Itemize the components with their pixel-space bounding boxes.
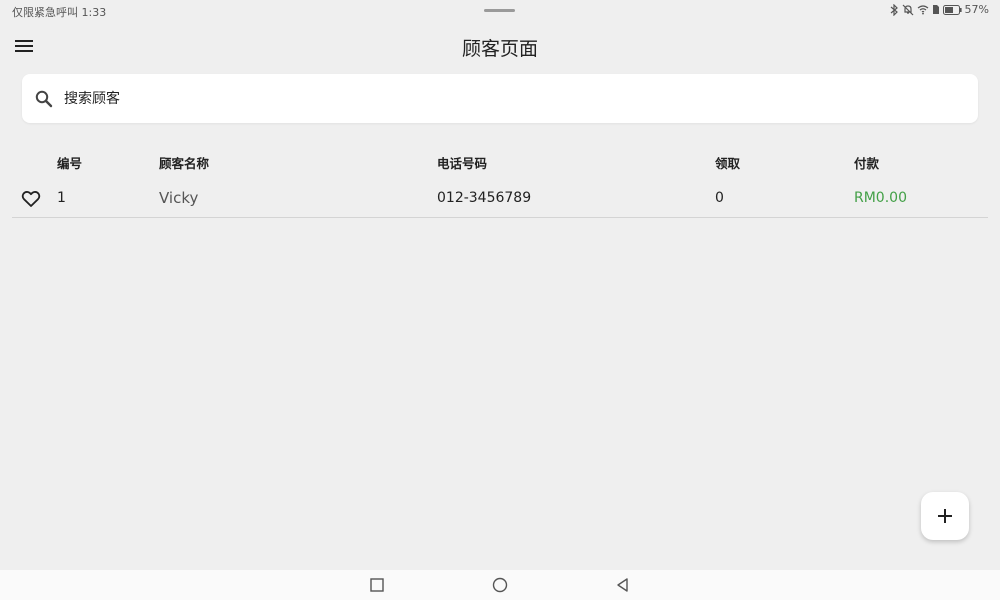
circle-home-icon[interactable]: [492, 577, 508, 593]
sim-icon: [932, 5, 939, 14]
column-header-phone[interactable]: 电话号码: [437, 153, 487, 172]
cell-collected: 0: [715, 190, 724, 206]
page-title: 顾客页面: [461, 38, 538, 60]
cell-payment: RM0.00: [854, 190, 907, 206]
battery-icon: [942, 4, 962, 15]
status-bar: 仅限紧急呼叫 1:33 57%: [0, 0, 1000, 22]
app-bar: 顾客页面: [0, 22, 1000, 70]
customer-table: 编号 顾客名称 电话号码 领取 付款 1 Vicky 012-3456789 0…: [12, 140, 988, 218]
column-header-payment[interactable]: 付款: [854, 153, 879, 172]
notification-handle[interactable]: [484, 9, 515, 12]
heart-outline-icon[interactable]: [21, 189, 41, 209]
triangle-back-icon[interactable]: [615, 577, 631, 593]
cell-id: 1: [57, 190, 66, 206]
table-row[interactable]: 1 Vicky 012-3456789 0 RM0.00: [12, 180, 988, 218]
cell-name: Vicky: [159, 189, 199, 207]
add-customer-button[interactable]: [921, 492, 969, 540]
wifi-icon: [917, 5, 928, 15]
search-bar[interactable]: [22, 74, 978, 123]
column-header-collected[interactable]: 领取: [715, 153, 740, 172]
mute-icon: [902, 4, 913, 15]
search-icon: [34, 89, 54, 109]
table-header: 编号 顾客名称 电话号码 领取 付款: [12, 140, 988, 180]
bluetooth-icon: [890, 3, 898, 16]
status-text: 仅限紧急呼叫 1:33: [12, 6, 107, 19]
cell-phone: 012-3456789: [437, 190, 532, 206]
battery-percent: 57%: [964, 3, 989, 16]
square-recents-icon[interactable]: [369, 577, 385, 593]
status-icons: 57%: [890, 3, 989, 16]
plus-icon: [938, 509, 952, 523]
system-nav-bar: [0, 570, 1000, 600]
column-header-name[interactable]: 顾客名称: [159, 153, 209, 172]
column-header-id[interactable]: 编号: [57, 153, 82, 172]
search-input[interactable]: [64, 74, 944, 123]
